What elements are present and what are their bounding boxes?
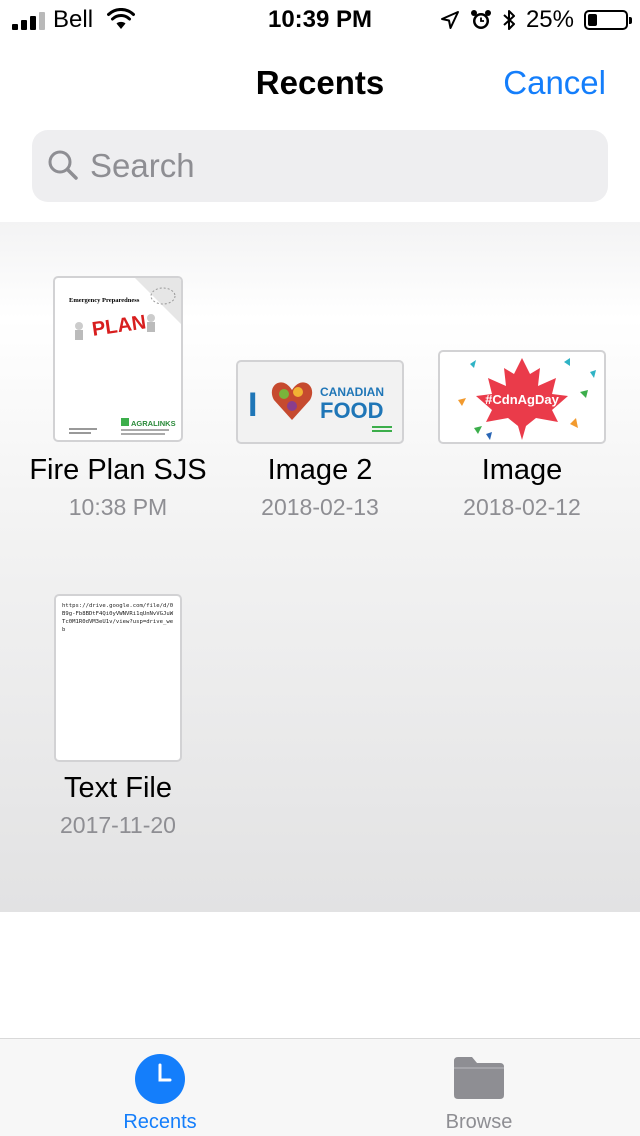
file-item-text-file[interactable]: https://drive.google.com/file/d/0B9g-Fb8…	[16, 592, 220, 842]
tab-bar: Recents Browse	[0, 1038, 640, 1136]
alarm-clock-icon	[470, 10, 491, 29]
image-preview: #CdnAgDay	[458, 358, 596, 440]
file-thumbnail[interactable]: Emergency Preparedness PLAN AGRALINKS	[53, 276, 183, 442]
file-item-image-2[interactable]: I CANADIAN FOOD Image 2 2018-02-13	[218, 274, 422, 524]
bluetooth-icon	[503, 10, 515, 30]
tab-label: Browse	[445, 1111, 513, 1133]
file-thumbnail[interactable]: #CdnAgDay	[438, 350, 606, 444]
battery-percent: 25%	[525, 6, 574, 33]
tab-label: Recents	[123, 1111, 197, 1133]
pdf-heading: Emergency Preparedness	[69, 297, 140, 304]
pdf-plan-graphic: PLAN	[91, 311, 148, 340]
image-line1: CANADIAN	[320, 385, 384, 399]
pdf-preview: Emergency Preparedness PLAN AGRALINKS	[69, 278, 181, 435]
file-date: 2018-02-13	[261, 494, 379, 520]
cancel-button[interactable]: Cancel	[503, 64, 606, 102]
file-date: 10:38 PM	[68, 494, 168, 520]
battery-icon	[584, 10, 632, 30]
search-icon	[48, 150, 78, 180]
image-letter: I	[248, 386, 257, 424]
file-name: Image 2	[267, 454, 373, 486]
text-file-preview: https://drive.google.com/file/d/0B9g-Fb8…	[62, 603, 174, 633]
file-thumbnail[interactable]: https://drive.google.com/file/d/0B9g-Fb8…	[54, 594, 182, 762]
tab-recents[interactable]: Recents	[60, 1039, 260, 1136]
file-name: Image	[481, 454, 563, 486]
status-bar: Bell 10:39 PM 25%	[0, 0, 640, 40]
search-input[interactable]	[90, 130, 590, 202]
search-bar[interactable]	[32, 130, 608, 202]
folder-icon	[454, 1057, 504, 1099]
location-arrow-icon	[440, 11, 459, 29]
recent-files-grid: Emergency Preparedness PLAN AGRALINKS Fi…	[0, 222, 640, 912]
file-item-fire-plan[interactable]: Emergency Preparedness PLAN AGRALINKS Fi…	[16, 274, 220, 524]
files-picker-screen: Bell 10:39 PM 25% Recents Cancel Search …	[0, 0, 640, 1136]
file-date: 2017-11-20	[60, 812, 176, 838]
file-name: Fire Plan SJS	[29, 454, 207, 486]
file-thumbnail[interactable]: I CANADIAN FOOD	[236, 360, 404, 444]
file-item-image[interactable]: #CdnAgDay Image 2018-02-12	[420, 274, 624, 524]
clock-icon	[135, 1054, 185, 1104]
file-name: Text File	[64, 772, 172, 804]
tab-browse[interactable]: Browse	[379, 1039, 579, 1136]
battery-level-fill	[588, 14, 597, 26]
pdf-logo-text: AGRALINKS	[131, 419, 176, 428]
image-preview: I CANADIAN FOOD	[248, 382, 392, 432]
image-hashtag: #CdnAgDay	[485, 392, 559, 407]
file-date: 2018-02-12	[463, 494, 581, 520]
image-line2: FOOD	[320, 398, 384, 423]
status-right-group: 25%	[440, 6, 632, 34]
